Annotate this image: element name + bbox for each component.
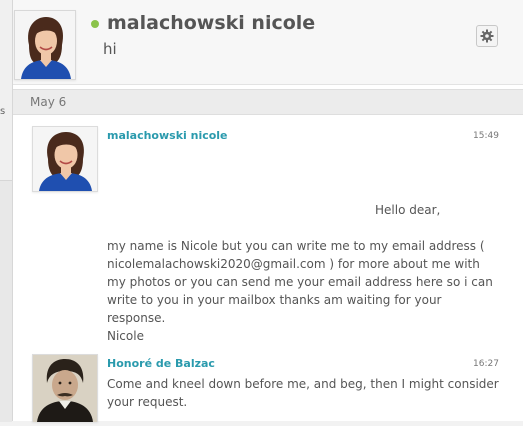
gear-icon [480, 29, 494, 43]
message-time: 15:49 [473, 131, 499, 141]
message-sender-link[interactable]: Honoré de Balzac [107, 357, 215, 370]
message-signature: Nicole [107, 329, 144, 343]
message-sender-link[interactable]: malachowski nicole [107, 129, 228, 142]
man-portrait-icon [33, 355, 97, 422]
date-label: May 6 [30, 95, 67, 109]
last-message-preview: hi [103, 40, 117, 58]
conversation-panel: malachowski nicole hi May 6 malachowski … [12, 0, 523, 422]
woman-portrait-icon [15, 11, 75, 79]
left-sidebar-edge: s [0, 0, 12, 422]
message-avatar[interactable] [32, 126, 98, 192]
online-status-dot [91, 20, 99, 28]
date-divider: May 6 [13, 89, 523, 115]
message-time: 16:27 [473, 359, 499, 369]
contact-name[interactable]: malachowski nicole [107, 12, 315, 34]
message-paragraph: my name is Nicole but you can write me t… [107, 239, 493, 325]
contact-avatar[interactable] [14, 10, 76, 80]
message-greeting: Hello dear, [375, 203, 441, 217]
message-avatar[interactable] [32, 354, 98, 422]
woman-portrait-icon [33, 127, 97, 191]
message-text: Come and kneel down before me, and beg, … [107, 377, 499, 409]
settings-button[interactable] [476, 25, 498, 47]
conversation-header: malachowski nicole hi [13, 0, 523, 85]
sidebar-truncated-text: s [0, 106, 6, 117]
sidebar-lower-area [0, 180, 12, 422]
